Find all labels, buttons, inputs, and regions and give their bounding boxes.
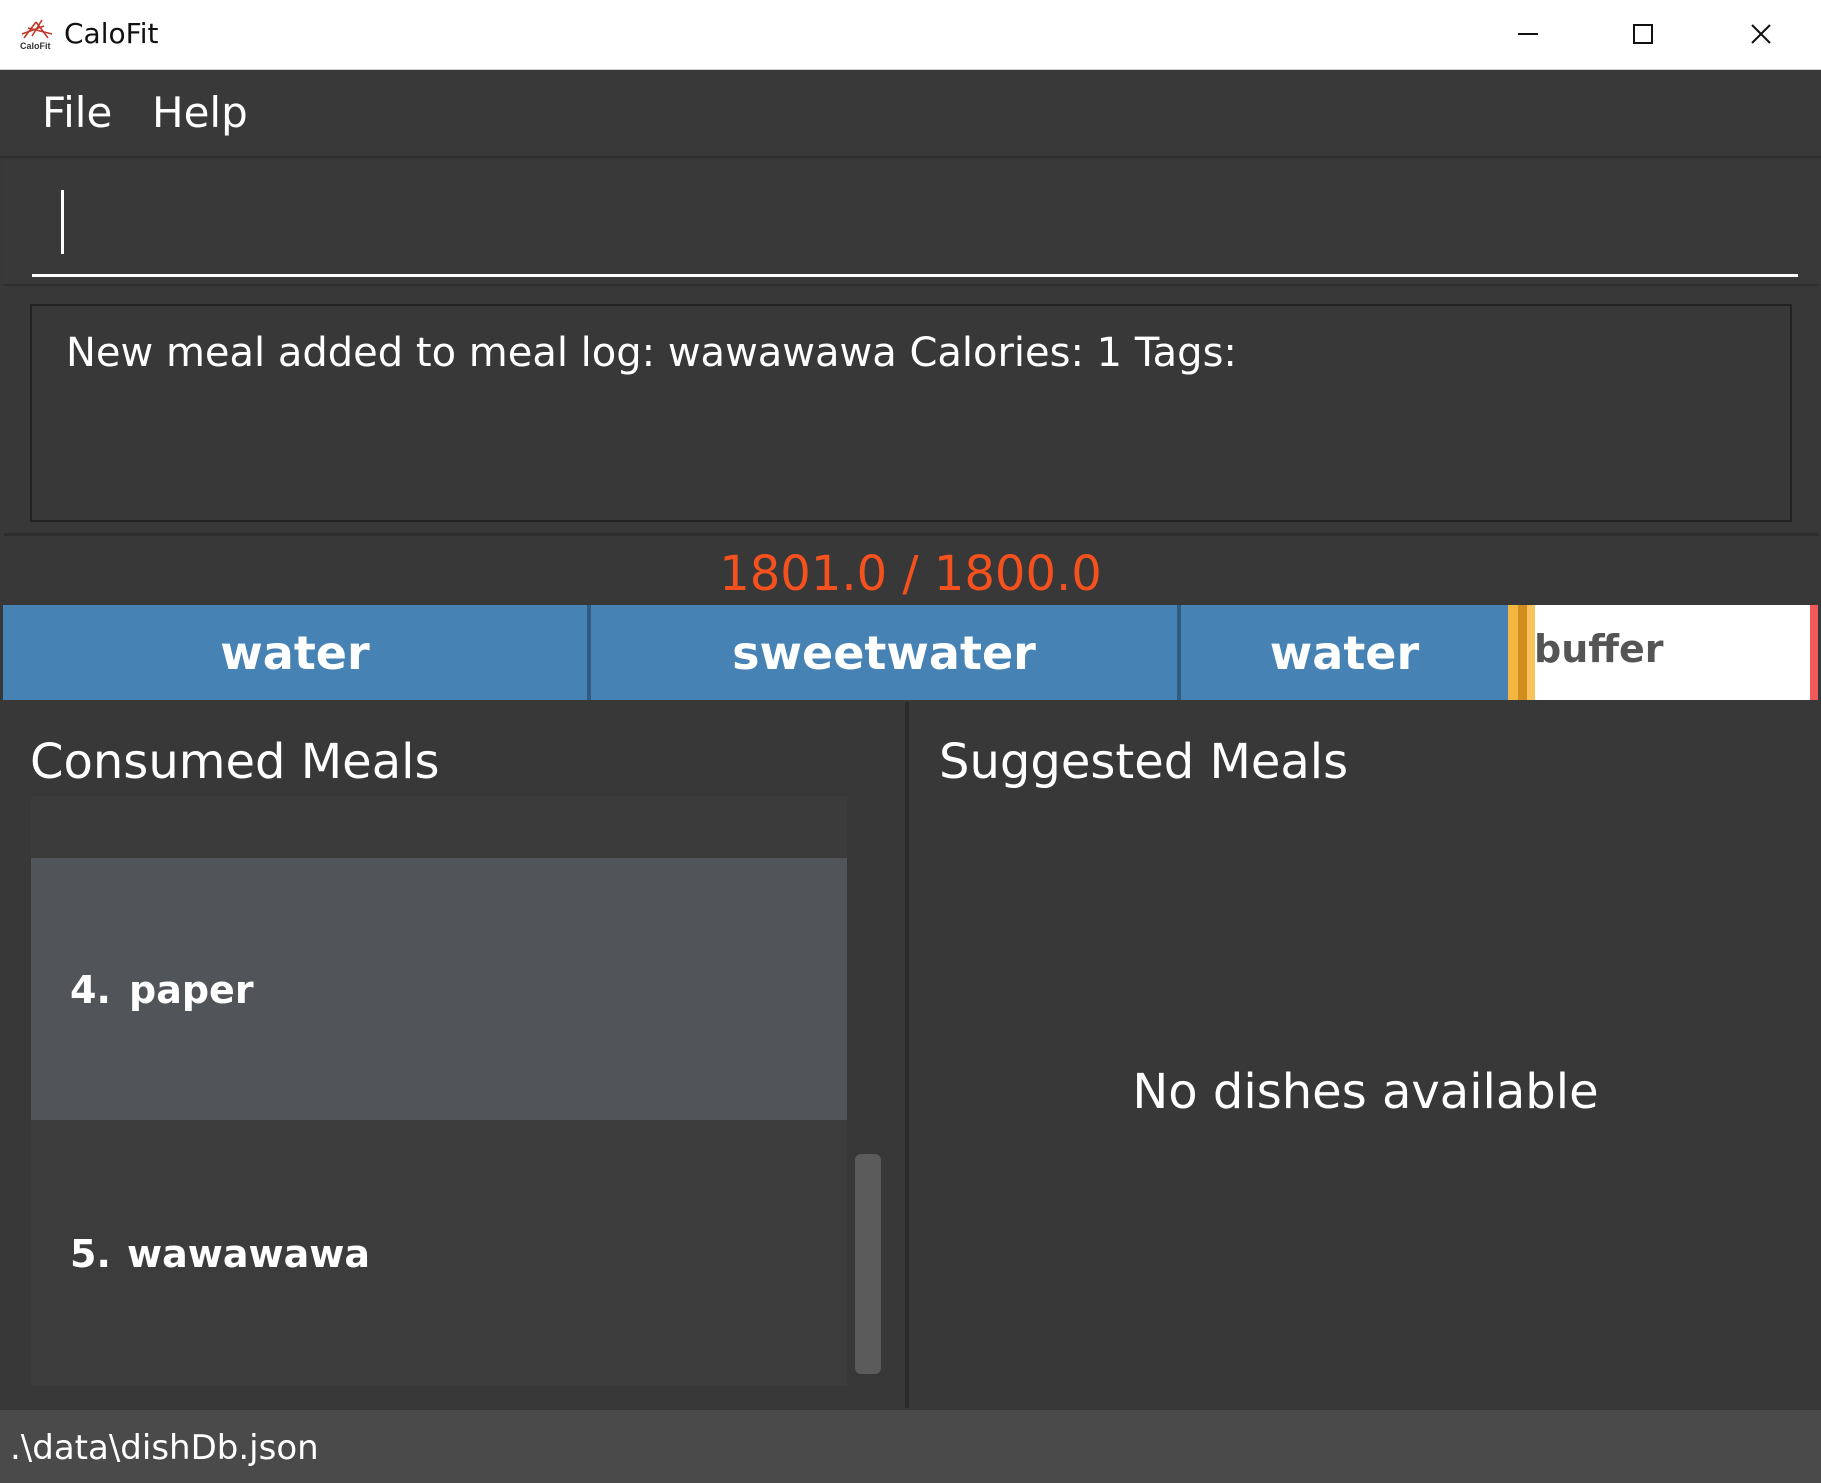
- list-item-name: paper: [129, 968, 254, 1012]
- maximize-icon: [1633, 24, 1653, 44]
- list-item-index: 4.: [70, 968, 111, 1012]
- maximize-button[interactable]: [1586, 0, 1702, 70]
- progress-segment: water: [1181, 605, 1508, 700]
- progress-segment: water: [3, 605, 587, 700]
- result-message: New meal added to meal log: wawawawa Cal…: [66, 330, 1237, 376]
- list-item[interactable]: 5. wawawawa: [31, 1120, 847, 1382]
- menu-bar: File Help: [0, 70, 1821, 158]
- menu-help[interactable]: Help: [152, 88, 248, 137]
- data-file-path: .\data\dishDb.json: [10, 1428, 319, 1468]
- close-button[interactable]: [1702, 0, 1818, 70]
- list-scrollbar[interactable]: [855, 1154, 881, 1374]
- window-title: CaloFit: [64, 17, 159, 50]
- buffer-marker: [1518, 605, 1527, 700]
- logo-label: CaloFit: [20, 41, 51, 51]
- calorie-counter: 1801.0 / 1800.0: [719, 546, 1102, 602]
- buffer-label: buffer: [1534, 627, 1664, 671]
- consumed-meals-title: Consumed Meals: [30, 734, 440, 790]
- menu-file[interactable]: File: [42, 88, 112, 137]
- minimize-button[interactable]: [1470, 0, 1586, 70]
- result-display-panel: New meal added to meal log: wawawawa Cal…: [4, 290, 1819, 536]
- result-display[interactable]: New meal added to meal log: wawawawa Cal…: [30, 304, 1792, 522]
- consumed-meals-panel: Consumed Meals 4. paper 5. wawawawa: [3, 702, 909, 1408]
- calofit-logo-icon: CaloFit: [20, 19, 53, 51]
- command-input[interactable]: [32, 180, 1798, 277]
- list-item-name: wawawawa: [127, 1232, 370, 1276]
- minimize-icon: [1518, 33, 1538, 35]
- progress-segment: sweetwater: [591, 605, 1177, 700]
- suggested-meals-panel: Suggested Meals No dishes available: [913, 702, 1818, 1408]
- command-box: [4, 160, 1819, 286]
- list-item-index: 5.: [70, 1232, 111, 1276]
- suggested-meals-title: Suggested Meals: [939, 734, 1349, 790]
- calorie-progress-bar: water sweetwater water buffer: [3, 605, 1818, 700]
- list-item[interactable]: 4. paper: [31, 858, 847, 1120]
- empty-state-message: No dishes available: [1132, 1064, 1599, 1120]
- consumed-meals-list[interactable]: 4. paper 5. wawawawa: [31, 796, 847, 1386]
- status-bar: .\data\dishDb.json: [0, 1410, 1821, 1483]
- limit-marker: [1810, 605, 1818, 700]
- buffer-marker: [1508, 605, 1518, 700]
- list-item-partial[interactable]: [31, 796, 847, 858]
- title-bar: CaloFit CaloFit: [0, 0, 1821, 70]
- close-icon: [1751, 24, 1771, 44]
- text-caret: [61, 190, 64, 254]
